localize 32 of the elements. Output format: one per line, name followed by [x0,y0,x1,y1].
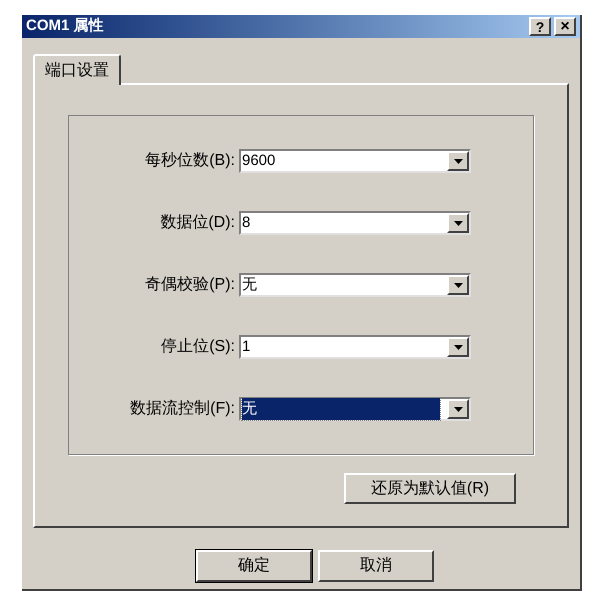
restore-defaults-button[interactable]: 还原为默认值(R) [344,473,516,504]
window-title: COM1 属性 [26,16,105,36]
field-label: 数据流控制(F): [129,398,236,419]
caret-icon [454,344,462,350]
field-label: 奇偶校验(P): [144,275,236,295]
caret-icon [454,406,462,412]
help-button[interactable]: ? [529,17,551,36]
field-label: 停止位(S): [160,336,236,357]
dropdown-field[interactable]: 1 [239,335,471,359]
dropdown-button[interactable] [447,399,469,419]
dropdown-field[interactable]: 无 [239,273,471,297]
dropdown-field[interactable]: 8 [239,211,471,235]
dropdown-field[interactable]: 无 [239,397,471,421]
dropdown-button[interactable] [447,213,469,233]
field-label: 数据位(D): [159,213,236,233]
field-value: 9600 [242,150,276,171]
dropdown-button[interactable] [447,151,469,171]
dialog-button[interactable]: 取消 [318,550,434,582]
field-value: 1 [242,336,250,357]
field-value: 无 [242,274,257,295]
field-value: 无 [242,398,440,420]
field-value: 8 [242,212,250,233]
caret-icon [454,158,462,164]
dropdown-field[interactable]: 9600 [239,149,471,173]
caret-icon [454,282,462,288]
caret-icon [454,220,462,226]
dialog-button[interactable]: 确定 [196,550,312,582]
dropdown-button[interactable] [447,337,469,357]
tab[interactable]: 端口设置 [33,54,121,85]
close-button[interactable]: × [554,17,576,36]
field-label: 每秒位数(B): [144,151,236,171]
dropdown-button[interactable] [447,275,469,295]
